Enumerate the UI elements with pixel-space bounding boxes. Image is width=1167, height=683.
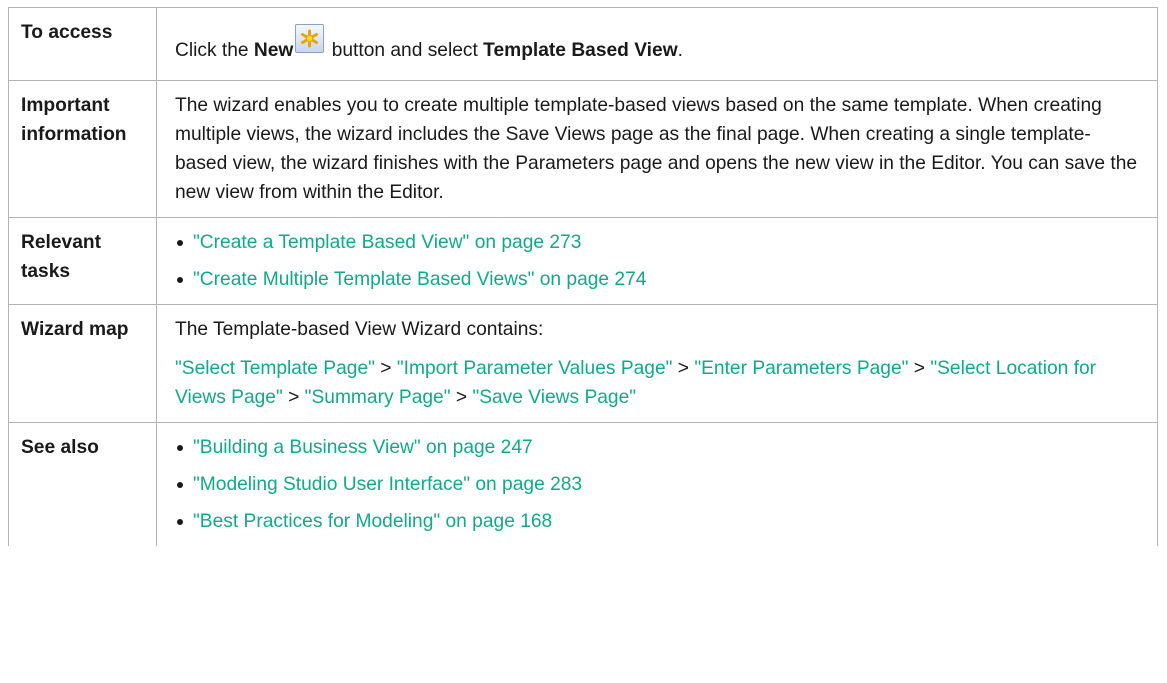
row-label-to-access: To access bbox=[8, 7, 157, 81]
task-link-create-multiple-template-based-views[interactable]: "Create Multiple Template Based Views" o… bbox=[193, 269, 646, 290]
list-item: "Create a Template Based View" on page 2… bbox=[175, 228, 1143, 257]
wizard-step-import-parameter-values-page[interactable]: "Import Parameter Values Page" bbox=[397, 358, 673, 379]
list-item: "Create Multiple Template Based Views" o… bbox=[175, 265, 1143, 294]
new-button-icon bbox=[295, 24, 325, 53]
row-content-see-also: "Building a Business View" on page 247 "… bbox=[156, 422, 1158, 546]
new-label: New bbox=[253, 40, 294, 61]
row-content-relevant-tasks: "Create a Template Based View" on page 2… bbox=[156, 217, 1158, 305]
task-link-create-template-based-view[interactable]: "Create a Template Based View" on page 2… bbox=[193, 232, 581, 253]
row-content-wizard-map: The Template-based View Wizard contains:… bbox=[156, 304, 1158, 423]
row-label-important-information: Important information bbox=[8, 80, 157, 218]
wizard-step-separator: > bbox=[374, 358, 397, 379]
reference-table: To access Click the New button and selec… bbox=[8, 7, 1158, 546]
see-also-link-best-practices-modeling[interactable]: "Best Practices for Modeling" on page 16… bbox=[193, 511, 552, 532]
new-star-icon bbox=[301, 29, 319, 48]
row-label-relevant-tasks: Relevant tasks bbox=[8, 217, 157, 305]
bullet-icon bbox=[177, 519, 183, 525]
row-label-see-also: See also bbox=[8, 422, 157, 546]
wizard-step-separator: > bbox=[672, 358, 695, 379]
bullet-icon bbox=[177, 445, 183, 451]
wizard-step-save-views-page[interactable]: "Save Views Page" bbox=[472, 387, 636, 408]
row-content-to-access: Click the New button and select Template… bbox=[156, 7, 1158, 81]
access-suffix-text: . bbox=[677, 40, 683, 61]
wizard-step-enter-parameters-page[interactable]: "Enter Parameters Page" bbox=[694, 358, 908, 379]
wizard-step-select-template-page[interactable]: "Select Template Page" bbox=[175, 358, 375, 379]
wizard-step-separator: > bbox=[908, 358, 931, 379]
access-prefix-text: Click the bbox=[175, 40, 254, 61]
see-also-link-modeling-studio-ui[interactable]: "Modeling Studio User Interface" on page… bbox=[193, 474, 582, 495]
bullet-icon bbox=[177, 240, 183, 246]
list-item: "Best Practices for Modeling" on page 16… bbox=[175, 507, 1143, 536]
bullet-icon bbox=[177, 277, 183, 283]
wizard-map-steps: "Select Template Page" > "Import Paramet… bbox=[175, 354, 1143, 412]
list-item: "Building a Business View" on page 247 bbox=[175, 433, 1143, 462]
row-important-information: Important information The wizard enables… bbox=[8, 80, 1158, 218]
row-see-also: See also "Building a Business View" on p… bbox=[8, 422, 1158, 546]
see-also-link-building-business-view[interactable]: "Building a Business View" on page 247 bbox=[193, 437, 533, 458]
row-label-wizard-map: Wizard map bbox=[8, 304, 157, 423]
wizard-map-intro: The Template-based View Wizard contains: bbox=[175, 319, 544, 340]
row-relevant-tasks: Relevant tasks "Create a Template Based … bbox=[8, 217, 1158, 305]
relevant-tasks-list: "Create a Template Based View" on page 2… bbox=[175, 228, 1143, 294]
row-content-important-information: The wizard enables you to create multipl… bbox=[156, 80, 1158, 218]
row-to-access: To access Click the New button and selec… bbox=[8, 7, 1158, 81]
bullet-icon bbox=[177, 482, 183, 488]
see-also-list: "Building a Business View" on page 247 "… bbox=[175, 433, 1143, 536]
row-wizard-map: Wizard map The Template-based View Wizar… bbox=[8, 304, 1158, 423]
list-item: "Modeling Studio User Interface" on page… bbox=[175, 470, 1143, 499]
template-based-view-label: Template Based View bbox=[483, 40, 678, 61]
wizard-step-separator: > bbox=[282, 387, 305, 408]
wizard-step-separator: > bbox=[450, 387, 473, 408]
important-information-text: The wizard enables you to create multipl… bbox=[175, 95, 1138, 203]
wizard-step-summary-page[interactable]: "Summary Page" bbox=[305, 387, 451, 408]
access-middle-text: button and select bbox=[326, 40, 484, 61]
